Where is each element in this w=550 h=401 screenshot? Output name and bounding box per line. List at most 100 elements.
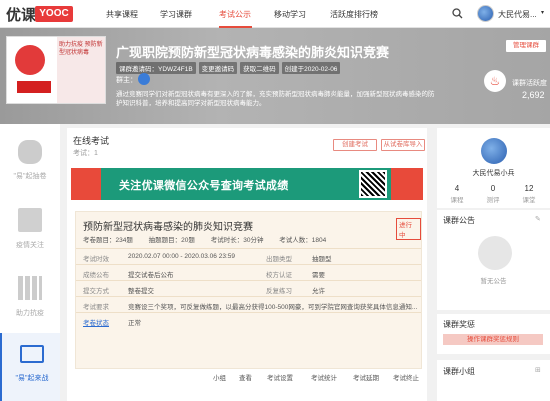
user-avatar[interactable] [477,5,494,22]
section-title: 在线考试 [73,136,110,146]
reward-heading: 课群奖惩 [443,320,475,329]
group-heading: 课群小组 [443,367,475,376]
table-row: 考卷状态 正常 [76,312,421,328]
invite-code: 课群邀请码：YDWZ4F1B [116,62,196,74]
stat-class-label: 课堂 [522,197,536,204]
status-badge: 进行中 [396,218,421,240]
plus-icon[interactable]: ⊞ [535,366,541,374]
owner-avatar[interactable] [138,73,150,85]
row-value: 2020.02.07 00:00 - 2020.03.06 23:59 [128,253,235,260]
get-qr-button[interactable]: 获取二维码 [240,62,279,74]
user-name[interactable]: 大民代易... [498,9,537,20]
action-settings[interactable]: 考试设置 [267,372,293,382]
meta-label: 考试人数： [279,237,312,244]
nav-shared-courses[interactable]: 共享课程 [106,9,138,20]
manage-group-button[interactable]: 管理课群 [506,40,546,52]
empty-notice-label: 暂无公告 [480,278,507,285]
left-sidebar: "易"起抽卷 疫情关注 助力抗疫 "易"起来战 [0,124,60,401]
exam-count: 考试：1 [73,150,98,157]
meta-label: 抽题题目： [148,237,182,244]
nav-exam-public[interactable]: 考试公示 [219,9,251,20]
row-label: 反复练习 [266,288,292,295]
table-row: 考试时效 2020.02.07 00:00 - 2020.03.06 23:59… [76,248,421,264]
nav-mobile-learning[interactable]: 移动学习 [274,9,306,20]
action-stats[interactable]: 考试统计 [311,372,337,382]
poster-stamp [17,81,51,93]
group-panel: 课群小组 ⊞ [437,360,550,401]
poster-left [7,37,57,103]
chat-bubble-icon [18,140,42,164]
profile-name[interactable]: 大民代易小兵 [437,168,550,178]
sidebar-item-label: "易"起来战 [15,375,49,382]
nav-study-group[interactable]: 学习课群 [160,9,192,20]
row-label: 考试时效 [83,256,109,263]
group-poster: 助力抗疫 预防新型冠状病毒 [6,36,106,104]
row-label: 出题类型 [266,256,292,263]
action-extend[interactable]: 考试延期 [353,372,379,382]
meta-value: 1804 [311,237,327,244]
search-icon[interactable] [452,8,463,19]
stat-tests-label: 测评 [486,197,500,204]
action-view[interactable]: 查看 [239,372,252,382]
poster-text: 助力抗疫 预防新型冠状病毒 [57,37,105,103]
logo-badge[interactable]: YOOC [35,6,73,22]
qr-code [359,170,387,198]
row-value: 允许 [312,288,325,295]
action-terminate[interactable]: 考试终止 [393,372,419,382]
laptop-icon [20,345,44,363]
main-panel: 在线考试 考试：1 创建考试 从试卷库导入 关注优课微信公众号查询考试成绩 预防… [67,128,427,401]
wechat-banner[interactable]: 关注优课微信公众号查询考试成绩 [71,168,423,200]
row-label: 成绩公布 [83,272,109,279]
row-value: 正常 [128,320,141,327]
sidebar-item-draw-paper[interactable]: "易"起抽卷 [0,128,60,196]
virus-icon [15,45,45,75]
meta-value: 20题 [181,237,195,244]
table-row: 考试要求 竞赛设三个奖项，可反复做练题，以最高分获得100-500网豪，可到学院… [76,296,421,312]
stat-courses-label: 课程 [450,197,464,204]
top-nav: 优课 YOOC 共享课程 学习课群 考试公示 移动学习 活跃度排行榜 大民代易.… [0,0,550,28]
chevron-down-icon[interactable]: ▾ [541,9,544,16]
banner-text: 关注优课微信公众号查询考试成绩 [119,180,289,192]
group-intro: 通过竞赛同学们对新型冠状病毒有更深入的了解，充实预防新型冠状病毒肺炎能量，加强新… [116,91,435,107]
import-paper-button[interactable]: 从试卷库导入 [381,139,425,151]
sidebar-item-label: 助力抗疫 [16,310,44,317]
row-label: 校方认证 [266,272,292,279]
sidebar-item-epidemic[interactable]: 疫情关注 [0,198,60,266]
sidebar-item-label: 疫情关注 [16,242,44,249]
exam-title[interactable]: 预防新型冠状病毒感染的肺炎知识竞赛 [83,218,253,233]
sidebar-item-battle[interactable]: "易"起来战 [0,333,60,401]
row-label: 考试要求 [83,304,109,311]
page-title: 广现职院预防新型冠状病毒感染的肺炎知识竞赛 [116,45,390,60]
row-value: 需要 [312,272,325,279]
stat-class-num: 12 [524,184,534,193]
notice-panel: 课群公告 ✎ 暂无公告 [437,210,550,310]
profile-avatar[interactable] [481,138,507,164]
action-group[interactable]: 小组 [213,372,226,382]
change-code-button[interactable]: 变更邀请码 [198,62,238,74]
sidebar-item-label: "易"起抽卷 [13,173,47,180]
create-exam-button[interactable]: 创建考试 [333,139,377,151]
logo-text[interactable]: 优课 [6,4,36,25]
profile-card: 大民代易小兵 4 课程 0 测评 12 课堂 [437,128,550,208]
meta-label: 考卷题目： [83,237,116,244]
row-value: 整卷提交 [128,288,154,295]
reward-rules-button[interactable]: 操作课群奖惩规则 [443,334,543,345]
activity-value: 2,692 [522,90,545,100]
empty-notice-icon [478,236,512,270]
meta-value: 234题 [115,237,133,244]
paper-status-link[interactable]: 考卷状态 [83,317,109,327]
row-value: 提交试卷后公布 [128,272,174,279]
reward-panel: 课群奖惩 操作课群奖惩规则 [437,314,550,354]
row-value: 抽题型 [312,256,332,263]
meta-value: 30分钟 [243,237,264,244]
sidebar-item-fight[interactable]: 助力抗疫 [0,268,60,336]
exam-meta: 考卷题目：234题 抽题题目：20题 考试时长：30分钟 考试人数：1804 [83,234,326,244]
nav-activity-ranking[interactable]: 活跃度排行榜 [330,9,378,20]
edit-icon[interactable]: ✎ [535,215,541,223]
banner-phone-left [71,168,101,200]
flame-icon: ♨ [484,70,506,92]
book-icon [18,208,42,232]
table-row: 成绩公布 提交试卷后公布 校方认证 需要 [76,264,421,280]
table-row: 提交方式 整卷提交 反复练习 允许 [76,280,421,296]
invite-bar: 课群邀请码：YDWZ4F1B 变更邀请码 获取二维码 创建于2020-02-06 [116,62,341,74]
